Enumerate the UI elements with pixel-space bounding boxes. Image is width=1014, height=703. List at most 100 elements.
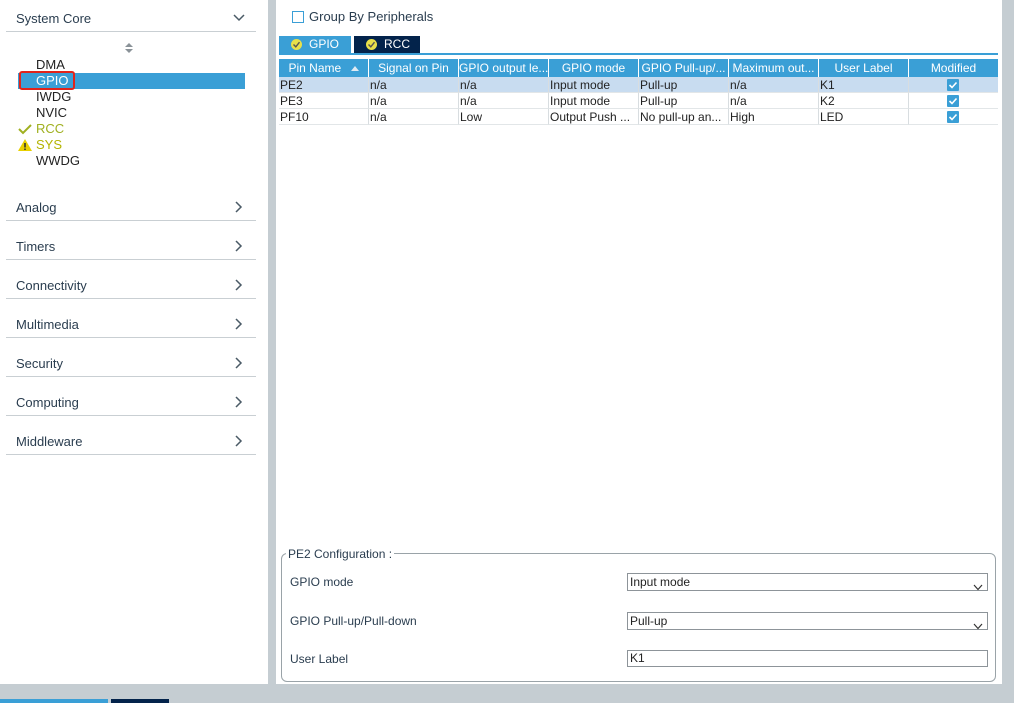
cell-pin-name: PE3 xyxy=(279,93,369,109)
sidebar-item-iwdg[interactable]: IWDG xyxy=(18,89,245,105)
chevron-down-icon xyxy=(973,618,983,634)
tab-gpio[interactable]: GPIO xyxy=(279,36,351,53)
bottom-tab[interactable] xyxy=(111,699,169,703)
ok-icon xyxy=(366,39,377,50)
cell-output-level: n/a xyxy=(459,93,549,109)
cell-pin-name: PF10 xyxy=(279,109,369,125)
sort-arrows-icon[interactable] xyxy=(124,42,134,54)
category-label: Connectivity xyxy=(16,278,87,293)
category-analog[interactable]: Analog xyxy=(6,189,256,221)
category-label: Security xyxy=(16,356,63,371)
group-by-label: Group By Peripherals xyxy=(309,9,434,24)
warning-icon xyxy=(18,139,32,151)
cell-signal: n/a xyxy=(369,77,459,93)
chevron-right-icon xyxy=(232,395,246,409)
column-label: GPIO output le... xyxy=(459,61,549,75)
column-label: Maximum out... xyxy=(732,61,815,75)
column-header-output-level[interactable]: GPIO output le... xyxy=(459,59,549,77)
category-label: Analog xyxy=(16,200,57,215)
category-label: Multimedia xyxy=(16,317,79,332)
tab-label: RCC xyxy=(384,37,410,51)
modified-checkbox[interactable] xyxy=(947,95,959,107)
pull-value: Pull-up xyxy=(630,614,668,628)
sidebar-item-gpio[interactable]: GPIO xyxy=(18,73,245,89)
column-label: Modified xyxy=(930,61,977,75)
chevron-right-icon xyxy=(232,356,246,370)
table-row[interactable]: PE3 n/a n/a Input mode Pull-up n/a K2 xyxy=(279,93,998,109)
group-by-checkbox[interactable] xyxy=(292,11,304,23)
peripheral-label: IWDG xyxy=(36,89,72,104)
tab-underline xyxy=(279,53,998,55)
check-icon xyxy=(18,123,32,135)
chevron-right-icon xyxy=(232,200,246,214)
chevron-right-icon xyxy=(232,239,246,253)
chevron-down-icon xyxy=(973,579,983,595)
column-label: GPIO Pull-up/... xyxy=(641,61,726,75)
column-header-signal[interactable]: Signal on Pin xyxy=(369,59,459,77)
cell-modified xyxy=(909,93,998,109)
tab-rcc[interactable]: RCC xyxy=(354,36,420,53)
cell-gpio-mode: Input mode xyxy=(549,93,639,109)
category-system-core[interactable]: System Core xyxy=(6,0,256,32)
table-row[interactable]: PE2 n/a n/a Input mode Pull-up n/a K1 xyxy=(279,77,998,93)
configuration-legend: PE2 Configuration : xyxy=(286,547,395,561)
table-header: Pin Name Signal on Pin GPIO output le...… xyxy=(279,59,998,77)
cell-modified xyxy=(909,109,998,125)
user-label-input[interactable]: K1 xyxy=(627,650,988,667)
user-label-label: User Label xyxy=(290,652,349,666)
cell-output-level: n/a xyxy=(459,77,549,93)
pull-label: GPIO Pull-up/Pull-down xyxy=(290,614,417,628)
peripheral-label: DMA xyxy=(36,57,65,72)
column-header-pin-name[interactable]: Pin Name xyxy=(279,59,369,77)
category-label: System Core xyxy=(16,11,92,26)
chevron-down-icon xyxy=(232,11,246,25)
pull-select[interactable]: Pull-up xyxy=(627,612,988,630)
peripheral-label: RCC xyxy=(36,121,65,136)
chevron-right-icon xyxy=(232,278,246,292)
table-row[interactable]: PF10 n/a Low Output Push ... No pull-up … xyxy=(279,109,998,125)
sidebar-item-rcc[interactable]: RCC xyxy=(18,121,245,137)
cell-pull: Pull-up xyxy=(639,77,729,93)
gpio-mode-value: Input mode xyxy=(630,575,691,589)
cell-signal: n/a xyxy=(369,93,459,109)
cell-pull: Pull-up xyxy=(639,93,729,109)
gpio-mode-label: GPIO mode xyxy=(290,575,354,589)
column-header-max-output[interactable]: Maximum out... xyxy=(729,59,819,77)
gpio-mode-select[interactable]: Input mode xyxy=(627,573,988,591)
sidebar-item-dma[interactable]: DMA xyxy=(18,57,245,73)
category-label: Timers xyxy=(16,239,56,254)
cell-user-label: K1 xyxy=(819,77,909,93)
sidebar-item-wwdg[interactable]: WWDG xyxy=(18,153,245,169)
category-timers[interactable]: Timers xyxy=(6,228,256,260)
peripheral-label: SYS xyxy=(36,137,63,152)
category-security[interactable]: Security xyxy=(6,345,256,377)
category-multimedia[interactable]: Multimedia xyxy=(6,306,256,338)
pin-configuration-group: PE2 Configuration : GPIO mode Input mode… xyxy=(281,547,996,682)
chevron-right-icon xyxy=(232,317,246,331)
column-label: Pin Name xyxy=(288,61,342,75)
chevron-right-icon xyxy=(232,434,246,448)
sidebar-item-nvic[interactable]: NVIC xyxy=(18,105,245,121)
bottom-tab[interactable] xyxy=(0,699,108,703)
left-panel: System Core DMA GPIO IWDG NVIC RCC SYS W… xyxy=(0,0,268,684)
modified-checkbox[interactable] xyxy=(947,79,959,91)
column-label: User Label xyxy=(834,61,893,75)
modified-checkbox[interactable] xyxy=(947,111,959,123)
column-header-gpio-mode[interactable]: GPIO mode xyxy=(549,59,639,77)
sort-asc-icon xyxy=(350,60,359,77)
category-computing[interactable]: Computing xyxy=(6,384,256,416)
column-header-user-label[interactable]: User Label xyxy=(819,59,909,77)
column-label: Signal on Pin xyxy=(378,61,449,75)
category-connectivity[interactable]: Connectivity xyxy=(6,267,256,299)
category-middleware[interactable]: Middleware xyxy=(6,423,256,455)
column-header-pull[interactable]: GPIO Pull-up/... xyxy=(639,59,729,77)
ok-icon xyxy=(291,39,302,50)
cell-gpio-mode: Input mode xyxy=(549,77,639,93)
cell-output-level: Low xyxy=(459,109,549,125)
sidebar-item-sys[interactable]: SYS xyxy=(18,137,245,153)
column-header-modified[interactable]: Modified xyxy=(909,59,998,77)
cell-modified xyxy=(909,77,998,93)
cell-pin-name: PE2 xyxy=(279,77,369,93)
cell-gpio-mode: Output Push ... xyxy=(549,109,639,125)
cell-max-output: n/a xyxy=(729,77,819,93)
